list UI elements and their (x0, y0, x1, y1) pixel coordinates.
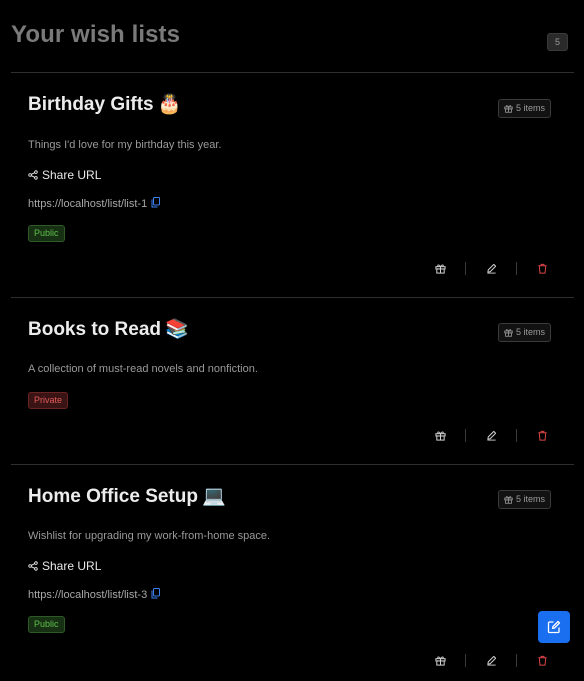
wish-list-title-text: Birthday Gifts (28, 94, 154, 115)
copy-icon[interactable] (151, 197, 161, 211)
share-icon (28, 561, 38, 571)
share-url-label: Share URL (42, 559, 102, 573)
gift-icon (504, 329, 513, 337)
edit-list-button[interactable] (484, 261, 498, 275)
lists-count-badge: 5 (547, 33, 568, 51)
visibility-badge: Private (28, 392, 69, 409)
delete-list-button[interactable] (535, 428, 549, 442)
page-title: Your wish lists (11, 21, 181, 48)
action-divider (465, 428, 466, 442)
action-divider (465, 261, 466, 275)
wish-list-card: Books to Read 📚 5 items A collection of m… (11, 297, 574, 465)
card-actions (433, 653, 549, 667)
delete-list-button[interactable] (535, 653, 549, 667)
edit-list-button[interactable] (484, 428, 498, 442)
share-url-text: https://localhost/list/list-3 (28, 589, 148, 601)
gift-icon (434, 655, 446, 666)
share-url-button[interactable]: Share URL (28, 559, 101, 573)
items-count-text: 5 items (515, 327, 545, 337)
wish-list-description: A collection of must-read novels and non… (28, 363, 258, 375)
action-divider (465, 653, 466, 667)
wish-list-emoji: 🎂 (157, 93, 182, 115)
trash-icon (537, 655, 547, 666)
share-url-row: https://localhost/list/list-3 (28, 588, 161, 602)
wish-list-title[interactable]: Books to Read 📚 (28, 317, 189, 341)
wish-list-card: Birthday Gifts 🎂 5 items Things I'd love … (11, 72, 574, 298)
trash-icon (537, 430, 547, 441)
items-count-badge: 5 items (497, 323, 551, 342)
gift-icon (504, 105, 513, 113)
view-items-button[interactable] (433, 653, 447, 667)
pencil-icon (486, 263, 496, 274)
card-actions (433, 428, 549, 442)
visibility-badge: Public (28, 225, 65, 242)
edit-list-button[interactable] (484, 653, 498, 667)
share-url-label: Share URL (42, 168, 102, 182)
action-divider (516, 261, 517, 275)
gift-icon (434, 263, 446, 274)
page-header: Your wish lists 5 (11, 20, 570, 60)
share-url-button[interactable]: Share URL (28, 168, 101, 182)
pencil-icon (486, 430, 496, 441)
action-divider (516, 428, 517, 442)
items-count-badge: 5 items (497, 490, 551, 509)
wish-lists-page: Your wish lists 5 Birthday Gifts 🎂 5 item… (0, 0, 584, 681)
share-icon (28, 170, 38, 180)
wish-list-title[interactable]: Home Office Setup 💻 (28, 484, 226, 508)
wish-list-description: Things I'd love for my birthday this yea… (28, 139, 222, 151)
gift-icon (504, 496, 513, 504)
wish-list-description: Wishlist for upgrading my work-from-home… (28, 530, 271, 542)
wish-list-emoji: 📚 (165, 318, 189, 340)
edit-square-icon (547, 620, 561, 634)
copy-icon[interactable] (151, 588, 161, 602)
view-items-button[interactable] (433, 261, 447, 275)
pencil-icon (486, 655, 496, 666)
action-divider (516, 653, 517, 667)
delete-list-button[interactable] (535, 261, 549, 275)
items-count-badge: 5 items (497, 99, 551, 118)
card-actions (433, 261, 549, 275)
create-list-fab[interactable] (538, 611, 570, 643)
visibility-badge: Public (28, 616, 65, 633)
share-url-row: https://localhost/list/list-1 (28, 197, 161, 211)
wish-list-title-text: Home Office Setup (28, 486, 198, 507)
wish-list-card: Home Office Setup 💻 5 items Wishlist for … (11, 464, 574, 681)
wish-list-title[interactable]: Birthday Gifts 🎂 (28, 92, 181, 116)
wish-list-emoji: 💻 (201, 485, 226, 507)
share-url-text: https://localhost/list/list-1 (28, 198, 148, 210)
wish-list-title-text: Books to Read (28, 319, 162, 340)
trash-icon (537, 263, 547, 274)
gift-icon (434, 430, 446, 441)
items-count-text: 5 items (515, 494, 545, 504)
items-count-text: 5 items (515, 103, 545, 113)
view-items-button[interactable] (433, 428, 447, 442)
